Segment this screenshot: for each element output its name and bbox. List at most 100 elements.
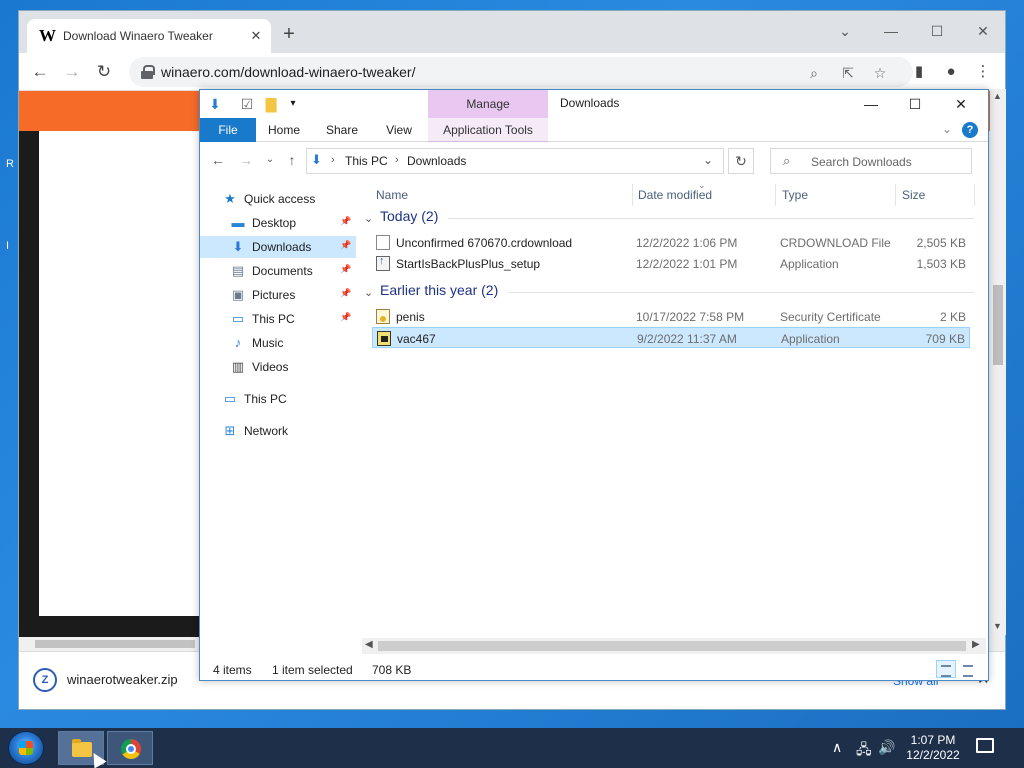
start-button[interactable] xyxy=(8,731,44,765)
tab-share[interactable]: Share xyxy=(318,118,366,142)
explorer-close-button[interactable]: ✕ xyxy=(938,90,984,118)
new-folder-icon[interactable]: ▇ xyxy=(262,95,280,113)
manage-contextual-tab[interactable]: Manage xyxy=(428,90,548,118)
large-icons-view-button[interactable] xyxy=(958,660,978,678)
column-divider[interactable] xyxy=(895,184,896,206)
notification-center-icon[interactable] xyxy=(976,738,994,753)
scroll-up-arrow-icon[interactable]: ▲ xyxy=(993,91,1002,101)
column-divider[interactable] xyxy=(775,184,776,206)
column-header-date-modified[interactable]: Date modified xyxy=(638,188,712,202)
group-header[interactable]: Today (2) xyxy=(380,208,438,224)
file-row[interactable]: penis 10/17/2022 7:58 PM Security Certific… xyxy=(372,306,970,327)
nav-item[interactable]: ▬ Desktop 📌 xyxy=(200,212,356,234)
help-icon[interactable]: ? xyxy=(962,122,978,138)
column-header-size[interactable]: Size xyxy=(902,188,925,202)
explorer-back-icon[interactable]: ← xyxy=(208,150,228,170)
minimize-button[interactable]: — xyxy=(869,17,913,45)
file-row[interactable]: vac467 9/2/2022 11:37 AM Application 709 KB xyxy=(372,327,970,348)
download-filename[interactable]: winaerotweaker.zip xyxy=(67,672,178,687)
computer-icon: ▭ xyxy=(223,391,237,406)
explorer-forward-icon[interactable]: → xyxy=(236,150,256,170)
lock-icon[interactable] xyxy=(141,65,155,79)
explorer-minimize-button[interactable]: — xyxy=(848,90,894,118)
properties-check-icon[interactable]: ☑ xyxy=(238,95,256,113)
nav-item[interactable]: ▤ Documents 📌 xyxy=(200,260,356,282)
maximize-button[interactable]: ☐ xyxy=(915,17,959,45)
side-panel-icon[interactable]: ▮ xyxy=(907,61,931,85)
forward-button[interactable]: → xyxy=(59,59,85,85)
clock[interactable]: 1:07 PM 12/2/2022 xyxy=(900,733,966,763)
back-button[interactable]: ← xyxy=(27,59,53,85)
file-row[interactable]: Unconfirmed 670670.crdownload 12/2/2022 1… xyxy=(372,232,970,253)
address-dropdown-chevron-icon[interactable]: ⌄ xyxy=(703,153,713,167)
recent-locations-chevron-icon[interactable]: ⌄ xyxy=(260,150,280,170)
explorer-maximize-button[interactable]: ☐ xyxy=(892,90,938,118)
address-bar[interactable]: winaero.com/download-winaero-tweaker/ ⌕ … xyxy=(129,57,913,87)
pin-icon[interactable]: 📌 xyxy=(340,312,351,323)
nav-item[interactable]: ▥ Videos xyxy=(200,356,356,378)
downloads-location-icon: ⬇ xyxy=(311,152,322,167)
breadcrumb-this-pc[interactable]: This PC xyxy=(345,154,388,168)
pin-icon[interactable]: 📌 xyxy=(340,240,351,251)
breadcrumb-separator-icon[interactable]: › xyxy=(331,154,335,166)
refresh-button[interactable]: ↻ xyxy=(728,148,754,174)
tab-application-tools[interactable]: Application Tools xyxy=(428,118,548,142)
file-row[interactable]: StartIsBackPlusPlus_setup 12/2/2022 1:01 … xyxy=(372,253,970,274)
customize-quick-access-icon[interactable]: ▾ xyxy=(284,95,302,113)
network-icon[interactable]: 🖧 xyxy=(856,739,872,763)
details-view-button[interactable] xyxy=(936,660,956,678)
tab-file[interactable]: File xyxy=(200,118,256,142)
explorer-address-bar[interactable]: ⬇ › This PC › Downloads ⌄ xyxy=(306,148,724,174)
reload-button[interactable]: ↻ xyxy=(91,59,117,85)
url-text[interactable]: winaero.com/download-winaero-tweaker/ xyxy=(161,64,415,80)
profile-avatar-icon[interactable]: ● xyxy=(939,61,963,85)
file-list-horizontal-scrollbar[interactable]: ◀ ▶ xyxy=(362,638,986,654)
bookmark-star-icon[interactable]: ☆ xyxy=(869,62,891,84)
volume-icon[interactable]: 🔊 xyxy=(878,739,895,756)
group-collapse-chevron-icon[interactable]: ⌄ xyxy=(364,212,373,225)
nav-item[interactable]: ★ Quick access xyxy=(200,188,356,210)
expand-ribbon-chevron-icon[interactable]: ⌄ xyxy=(942,122,952,136)
nav-item[interactable]: ▭ This PC 📌 xyxy=(200,308,356,330)
tab-search-chevron-icon[interactable]: ⌄ xyxy=(823,17,867,45)
breadcrumb-separator-icon[interactable]: › xyxy=(395,154,399,166)
group-collapse-chevron-icon[interactable]: ⌄ xyxy=(364,286,373,299)
close-window-button[interactable]: ✕ xyxy=(961,17,1005,45)
page-vertical-scrollbar[interactable]: ▲ ▼ xyxy=(990,89,1006,635)
pin-icon[interactable]: 📌 xyxy=(340,264,351,275)
scrollbar-thumb[interactable] xyxy=(993,285,1003,365)
tab-close-icon[interactable]: ✕ xyxy=(247,27,265,45)
scrollbar-thumb[interactable] xyxy=(35,640,195,648)
search-downloads-input[interactable]: ⌕ Search Downloads xyxy=(770,148,972,174)
tab-home[interactable]: Home xyxy=(260,118,308,142)
column-header-type[interactable]: Type xyxy=(782,188,808,202)
pin-icon[interactable]: 📌 xyxy=(340,288,351,299)
show-hidden-icons-chevron-icon[interactable]: ∧ xyxy=(832,739,842,756)
group-divider xyxy=(448,218,974,219)
column-divider[interactable] xyxy=(632,184,633,206)
zoom-icon[interactable]: ⌕ xyxy=(803,62,825,84)
taskbar-chrome[interactable] xyxy=(107,731,153,765)
nav-item[interactable]: ♪ Music xyxy=(200,332,356,354)
column-header-name[interactable]: Name xyxy=(376,188,408,202)
tab-view[interactable]: View xyxy=(376,118,422,142)
share-icon[interactable]: ⇱ xyxy=(837,62,859,84)
search-icon: ⌕ xyxy=(783,153,791,168)
column-divider[interactable] xyxy=(974,184,975,206)
search-placeholder[interactable]: Search Downloads xyxy=(811,155,912,169)
browser-tab[interactable]: W Download Winaero Tweaker ✕ xyxy=(27,19,271,53)
nav-item[interactable]: ⬇ Downloads 📌 xyxy=(200,236,356,258)
scroll-down-arrow-icon[interactable]: ▼ xyxy=(993,621,1002,631)
group-header[interactable]: Earlier this year (2) xyxy=(380,282,498,298)
nav-item[interactable]: ▭ This PC xyxy=(200,388,356,410)
nav-item[interactable]: ⊞ Network xyxy=(200,420,356,442)
scrollbar-thumb[interactable] xyxy=(378,641,966,651)
breadcrumb-downloads[interactable]: Downloads xyxy=(407,154,466,168)
menu-kebab-icon[interactable]: ⋮ xyxy=(971,61,995,85)
new-tab-button[interactable]: + xyxy=(277,23,301,47)
up-folder-icon[interactable]: ↑ xyxy=(282,150,302,170)
pin-icon[interactable]: 📌 xyxy=(340,216,351,227)
scroll-left-arrow-icon[interactable]: ◀ xyxy=(365,639,373,650)
nav-item[interactable]: ▣ Pictures 📌 xyxy=(200,284,356,306)
scroll-right-arrow-icon[interactable]: ▶ xyxy=(972,639,980,650)
